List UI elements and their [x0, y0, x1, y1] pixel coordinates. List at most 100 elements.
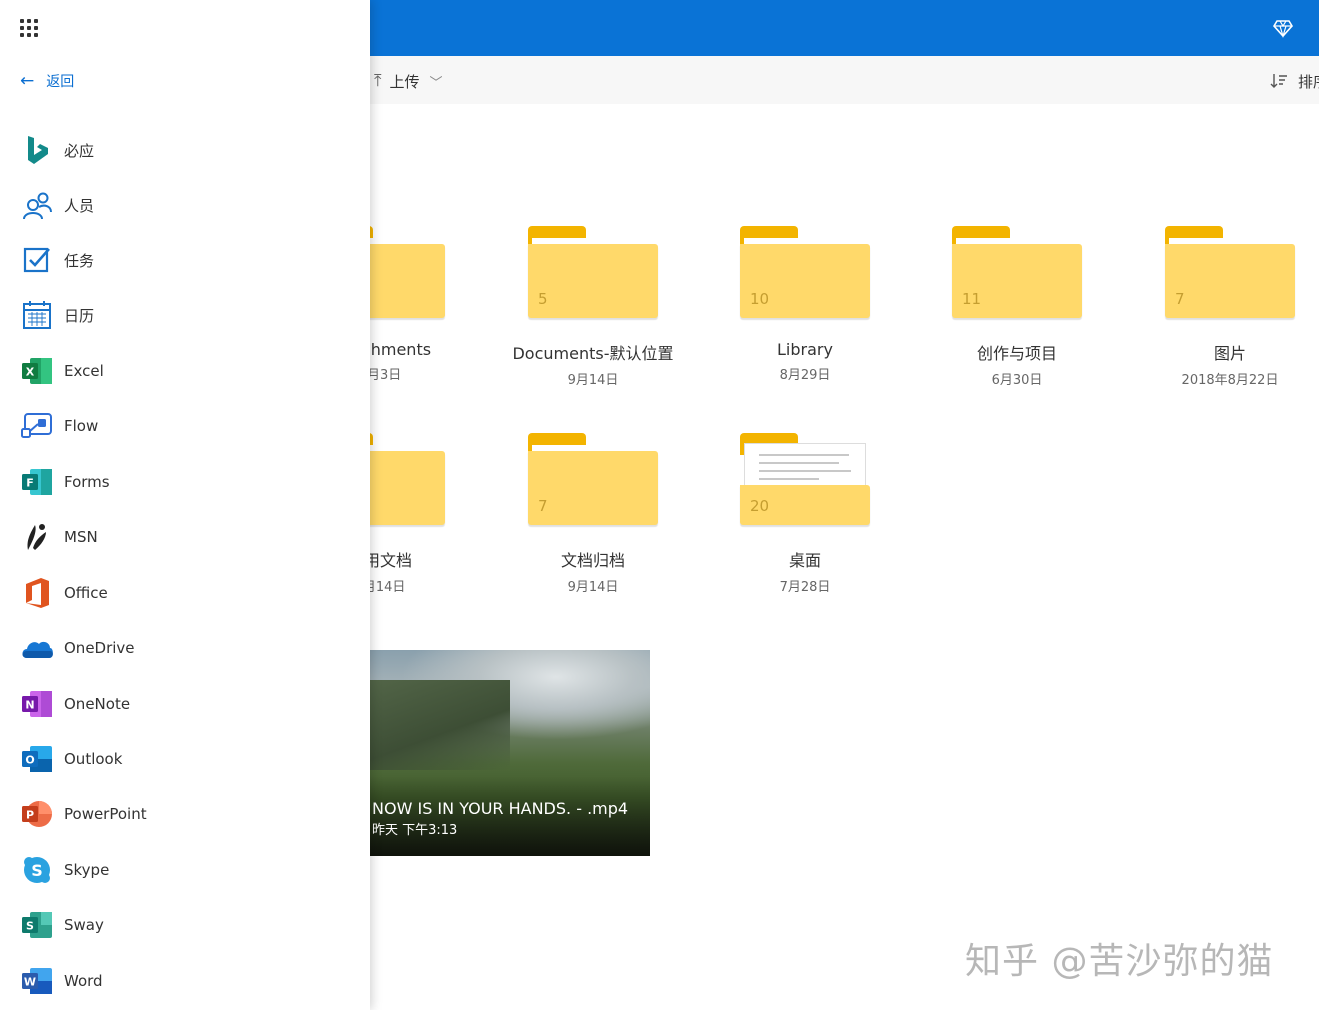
item-count: 10 — [750, 290, 770, 308]
app-label: Skype — [64, 861, 110, 879]
app-label: Forms — [64, 473, 110, 491]
video-title: NOW IS IN YOUR HANDS. - .mp4 — [372, 799, 629, 818]
app-label: 日历 — [64, 306, 95, 325]
video-tile[interactable]: NOW IS IN YOUR HANDS. - .mp4 昨天 下午3:13 — [340, 650, 650, 856]
flow-icon — [20, 409, 54, 443]
folder-tile[interactable]: 10 Library 8月29日 — [715, 226, 895, 383]
sway-icon: S — [20, 908, 54, 942]
app-item-skype[interactable]: S Skype — [20, 850, 350, 890]
forms-icon: F — [20, 465, 54, 499]
app-item-onedrive[interactable]: OneDrive — [20, 628, 350, 668]
app-item-calendar[interactable]: 日历 — [20, 295, 350, 335]
app-label: Sway — [64, 916, 104, 934]
folder-icon: 7 — [528, 433, 658, 525]
powerpoint-icon: P — [20, 797, 54, 831]
app-item-msn[interactable]: MSN — [20, 517, 350, 557]
app-item-sway[interactable]: S Sway — [20, 905, 350, 945]
app-launcher-waffle-icon[interactable] — [20, 19, 38, 37]
app-label: MSN — [64, 528, 98, 546]
app-label: Excel — [64, 362, 104, 380]
folder-tile[interactable]: 20 桌面 7月28日 — [715, 433, 895, 595]
app-item-tasks[interactable]: 任务 — [20, 240, 350, 280]
tasks-icon — [20, 243, 54, 277]
app-label: Office — [64, 584, 108, 602]
app-label: PowerPoint — [64, 805, 147, 823]
skype-icon: S — [20, 853, 54, 887]
outlook-icon: O — [20, 742, 54, 776]
video-date: 昨天 下午3:13 — [372, 823, 458, 838]
folder-date: 8月29日 — [779, 368, 831, 383]
item-count: 5 — [538, 290, 548, 308]
svg-text:N: N — [25, 699, 34, 712]
onenote-icon: N — [20, 687, 54, 721]
app-item-word[interactable]: W Word — [20, 961, 350, 1001]
back-link[interactable]: ← 返回 — [20, 70, 74, 92]
folder-tile[interactable]: 11 创作与项目 6月30日 — [927, 226, 1107, 388]
svg-text:O: O — [25, 754, 34, 767]
app-item-onenote[interactable]: N OneNote — [20, 684, 350, 724]
folder-tile[interactable]: 7 图片 2018年8月22日 — [1140, 226, 1319, 388]
svg-text:F: F — [26, 477, 34, 490]
chevron-down-icon: ﹀ — [429, 75, 443, 91]
sort-button[interactable]: 排序 — [1270, 70, 1319, 92]
msn-icon — [20, 520, 54, 554]
svg-text:S: S — [31, 861, 43, 880]
folder-date: 2018年8月22日 — [1181, 373, 1279, 388]
app-launcher-panel: ← 返回 必应 人员 任务 日历 X Excel Flow F Forms MS… — [0, 0, 370, 1010]
folder-tile[interactable]: 5 Documents-默认位置 9月14日 — [503, 226, 683, 388]
back-label: 返回 — [46, 74, 75, 90]
item-count: 7 — [538, 497, 548, 515]
folder-tile[interactable]: 7 文档归档 9月14日 — [503, 433, 683, 595]
office-icon — [20, 576, 54, 610]
app-label: Word — [64, 972, 103, 990]
excel-icon: X — [20, 354, 54, 388]
app-label: 人员 — [64, 196, 95, 215]
folder-date: 7月28日 — [779, 580, 831, 595]
sort-icon — [1270, 74, 1287, 88]
watermark: 知乎 @苦沙弥的猫 — [965, 941, 1274, 982]
app-item-powerpoint[interactable]: P PowerPoint — [20, 794, 350, 834]
folder-icon: 10 — [740, 226, 870, 318]
folder-name: Library — [777, 340, 833, 359]
app-label: Outlook — [64, 750, 123, 768]
word-icon: W — [20, 964, 54, 998]
folder-name: 图片 — [1213, 344, 1246, 363]
calendar-icon — [20, 298, 54, 332]
app-item-forms[interactable]: F Forms — [20, 462, 350, 502]
app-item-outlook[interactable]: O Outlook — [20, 739, 350, 779]
premium-diamond-icon[interactable] — [1273, 18, 1293, 38]
bing-icon — [20, 133, 54, 167]
folder-name: Documents-默认位置 — [512, 344, 674, 363]
sort-label: 排序 — [1298, 72, 1319, 91]
app-label: 任务 — [64, 251, 95, 270]
svg-text:W: W — [24, 976, 36, 989]
folder-name: 桌面 — [788, 551, 821, 570]
app-item-flow[interactable]: Flow — [20, 406, 350, 446]
upload-button[interactable]: ⤒ 上传 ﹀ — [374, 70, 443, 92]
arrow-left-icon: ← — [20, 71, 35, 91]
folder-name: 创作与项目 — [976, 344, 1057, 363]
item-count: 20 — [750, 497, 770, 515]
folder-name: 文档归档 — [560, 551, 625, 570]
folder-icon: 5 — [528, 226, 658, 318]
app-label: Flow — [64, 417, 99, 435]
app-item-people[interactable]: 人员 — [20, 185, 350, 225]
app-item-bing[interactable]: 必应 — [20, 130, 350, 170]
folder-date: 9月14日 — [567, 580, 619, 595]
onedrive-icon — [20, 631, 54, 665]
app-label: 必应 — [64, 141, 95, 160]
app-item-excel[interactable]: X Excel — [20, 351, 350, 391]
svg-text:X: X — [26, 366, 35, 379]
upload-label: 上传 — [389, 72, 420, 91]
app-label: OneNote — [64, 695, 131, 713]
item-count: 7 — [1175, 290, 1185, 308]
folder-icon: 7 — [1165, 226, 1295, 318]
people-icon — [20, 188, 54, 222]
item-count: 11 — [962, 290, 982, 308]
app-item-office[interactable]: Office — [20, 573, 350, 613]
app-label: OneDrive — [64, 639, 135, 657]
folder-date: 9月14日 — [567, 373, 619, 388]
upload-arrow-icon: ⤒ — [374, 71, 382, 91]
folder-icon: 11 — [952, 226, 1082, 318]
folder-date: 6月30日 — [991, 373, 1043, 388]
